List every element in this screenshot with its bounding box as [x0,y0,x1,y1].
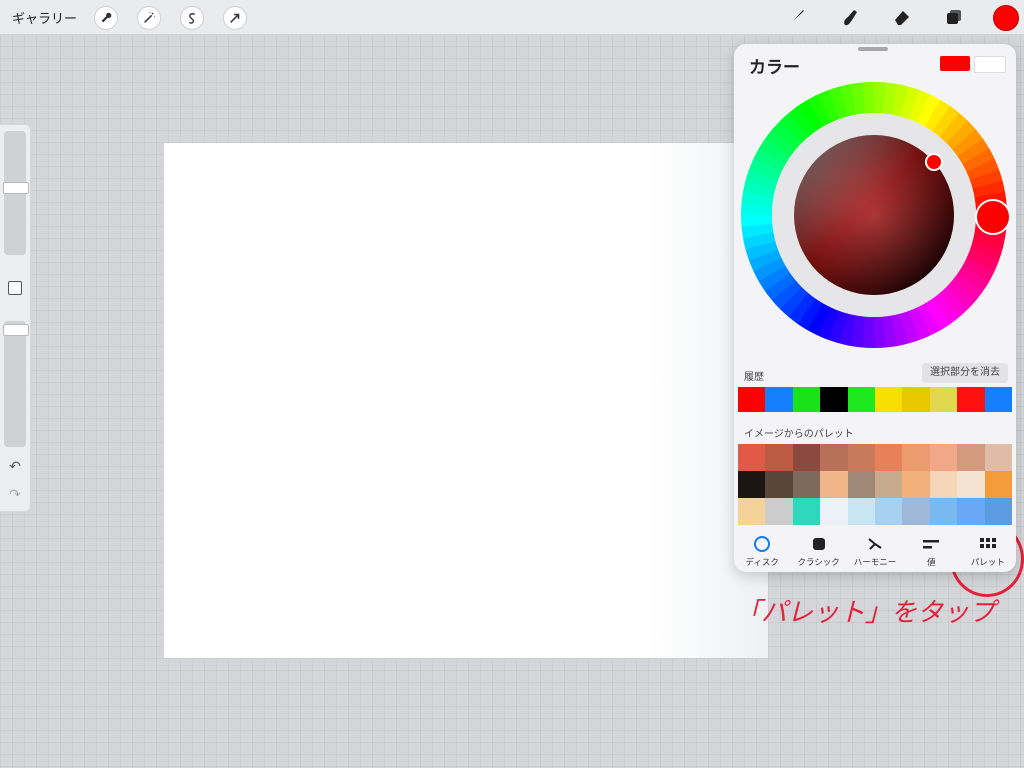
top-toolbar: ギャラリー [0,0,1024,35]
palette-swatch[interactable] [792,444,821,471]
tab-value[interactable]: 値 [903,528,959,572]
eraser-icon[interactable] [890,5,914,29]
palette-swatch[interactable] [874,444,903,471]
palette-swatch[interactable] [984,444,1012,471]
history-swatch[interactable] [984,387,1013,412]
secondary-color-swatch[interactable] [974,56,1006,73]
history-swatch[interactable] [929,387,958,412]
palette-swatch[interactable] [792,498,821,525]
palette-swatch[interactable] [929,444,958,471]
brush-icon[interactable] [785,5,809,29]
panel-grabber[interactable] [858,47,888,51]
panel-title: カラー [749,58,800,78]
palette-swatch[interactable] [984,498,1012,525]
palette-swatch[interactable] [820,498,848,525]
wrench-icon[interactable] [94,6,118,30]
primary-color-swatch[interactable] [940,56,970,71]
value-sliders-icon [923,540,940,549]
palette-swatch[interactable] [738,498,766,525]
history-swatch[interactable] [902,387,930,412]
palette-swatch[interactable] [792,471,821,498]
redo-icon[interactable]: ↷ [6,487,24,503]
palette-swatch[interactable] [874,498,903,525]
harmony-icon [868,538,882,550]
brush-size-slider-handle[interactable] [3,182,29,195]
classic-square-icon [812,538,825,550]
history-swatch[interactable] [820,387,848,412]
undo-icon[interactable]: ↶ [6,459,24,475]
palette-swatch[interactable] [765,444,793,471]
current-color-button[interactable] [993,5,1019,31]
tab-label: パレット [970,558,1005,568]
palette-swatch[interactable] [847,498,875,525]
image-palette-grid [738,444,1012,525]
palette-swatch[interactable] [957,498,985,525]
palette-swatch[interactable] [984,471,1012,498]
color-mode-tabbar: ディスク クラシック ハーモニー 値 パレット [734,528,1016,572]
history-swatch[interactable] [847,387,876,412]
palette-swatch[interactable] [820,471,848,498]
tab-harmony[interactable]: ハーモニー [847,528,903,572]
magic-wand-icon[interactable] [137,6,161,30]
palette-swatch[interactable] [765,498,793,525]
left-sidebar: ↶ ↷ [0,124,31,512]
palette-swatch[interactable] [847,471,875,498]
hue-picker[interactable] [975,199,1009,235]
color-disc[interactable] [739,80,1009,350]
color-panel: カラー 履歴 選択部分を消去 イメージからのパレット ディスク クラシック ハー… [734,44,1016,572]
disc-icon [754,536,771,552]
history-swatch[interactable] [765,387,793,412]
history-swatches [738,387,1013,412]
gallery-button[interactable]: ギャラリー [12,8,77,27]
transform-arrow-icon[interactable] [223,6,247,30]
tap-palette-annotation: 「パレット」をタップ [735,598,996,628]
history-swatch[interactable] [957,387,985,412]
clear-selection-button[interactable]: 選択部分を消去 [922,363,1008,383]
palette-swatch[interactable] [820,444,848,471]
opacity-slider-handle[interactable] [3,324,29,337]
opacity-slider[interactable] [4,321,26,447]
tab-label: ディスク [745,558,779,568]
layers-icon[interactable] [942,5,966,29]
modify-button[interactable] [8,281,22,295]
tab-disc[interactable]: ディスク [734,528,790,572]
tab-label: クラシック [797,558,840,568]
history-swatch[interactable] [738,387,766,412]
selection-icon[interactable] [180,6,204,30]
palette-swatch[interactable] [847,444,875,471]
saturation-picker[interactable] [925,153,943,171]
drawing-canvas[interactable] [164,143,768,658]
palette-swatch[interactable] [929,471,958,498]
palette-swatch[interactable] [957,471,985,498]
palette-grid-icon [979,538,996,548]
smudge-icon[interactable] [838,5,862,29]
palette-swatch[interactable] [957,444,985,471]
tab-label: 値 [927,558,936,568]
history-swatch[interactable] [792,387,821,412]
palette-swatch[interactable] [902,444,930,471]
palette-swatch[interactable] [874,471,903,498]
palette-swatch[interactable] [902,471,930,498]
palette-label: イメージからのパレット [744,429,854,440]
history-swatch[interactable] [875,387,903,412]
tab-palette[interactable]: パレット [960,528,1016,572]
tab-label: ハーモニー [853,558,897,568]
palette-swatch[interactable] [929,498,958,525]
tab-classic[interactable]: クラシック [790,528,846,572]
history-label: 履歴 [744,372,764,383]
palette-swatch[interactable] [738,444,766,471]
palette-swatch[interactable] [902,498,930,525]
palette-swatch[interactable] [738,471,766,498]
palette-swatch[interactable] [765,471,793,498]
